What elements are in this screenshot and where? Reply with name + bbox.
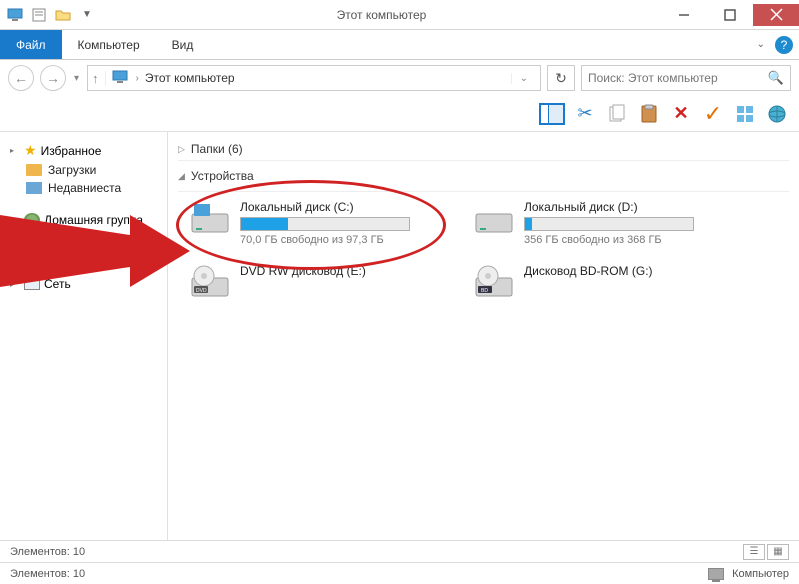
sidebar-item-recent[interactable]: Недавниеста [4,179,163,197]
annotation-ellipse [176,180,446,270]
window-buttons [661,4,799,26]
up-button[interactable]: ↑ [92,71,106,86]
folders-header-label: Папки (6) [191,142,243,156]
details-view-button[interactable]: ☰ [743,544,765,560]
hdd-icon [474,200,514,236]
icons-view-button[interactable]: ▦ [767,544,789,560]
drive-d[interactable]: Локальный диск (D:) 356 ГБ свободно из 3… [474,200,734,246]
sidebar-favorites-label: Избранное [41,144,102,158]
status-computer-label: Компьютер [732,568,789,580]
chevron-down-icon: ◢ [178,171,185,182]
paste-icon[interactable] [637,102,661,126]
drive-d-sub: 356 ГБ свободно из 368 ГБ [524,234,734,246]
devices-header-label: Устройства [191,169,254,183]
help-button[interactable]: ? [775,36,793,54]
svg-text:DVD: DVD [196,288,207,294]
drive-g-name: Дисковод BD-ROM (G:) [524,264,734,278]
statusbar-inner: Элементов: 10 ☰ ▦ [0,540,799,562]
svg-text:BD: BD [481,288,488,294]
address-bar[interactable]: ↑ › Этот компьютер ⌄ [87,65,541,91]
sidebar-favorites-header[interactable]: ▸★ Избранное [4,140,163,161]
globe-icon[interactable] [765,102,789,126]
bd-icon: BD [474,264,514,300]
tab-file[interactable]: Файл [0,30,62,59]
close-button[interactable] [753,4,799,26]
chevron-right-icon: › [136,73,139,84]
sidebar-downloads-label: Загрузки [48,163,96,177]
drive-d-bar [524,217,694,231]
drive-d-name: Локальный диск (D:) [524,200,734,214]
tab-computer[interactable]: Компьютер [62,30,156,59]
folder-icon[interactable] [54,6,72,24]
search-input[interactable] [588,71,764,85]
qat-dropdown-icon[interactable]: ▼ [78,6,96,24]
pc-icon [708,568,724,580]
search-icon[interactable]: 🔍 [768,70,784,86]
properties-icon[interactable] [30,6,48,24]
back-button[interactable]: ← [8,65,34,91]
item-count-2: Элементов: 10 [10,568,85,580]
dvd-icon: DVD [190,264,230,300]
minimize-button[interactable] [661,4,707,26]
quick-access-toolbar: ▼ [0,6,102,24]
copy-icon[interactable] [605,102,629,126]
address-dropdown-icon[interactable]: ⌄ [511,73,536,84]
annotation-arrow [0,215,190,287]
ribbon-tabs: Файл Компьютер Вид ⌄ ? [0,30,799,60]
folders-section-header[interactable]: ▷ Папки (6) [178,138,789,161]
history-dropdown[interactable]: ▾ [72,73,81,84]
sidebar-recent-label: Недавниеста [48,181,121,195]
ribbon-expand-icon[interactable]: ⌄ [757,39,765,50]
window-title: Этот компьютер [102,8,661,22]
recent-icon [26,182,42,194]
delete-icon[interactable]: ✕ [669,102,693,126]
cut-icon[interactable]: ✂ [573,102,597,126]
breadcrumb-text[interactable]: Этот компьютер [145,71,505,85]
search-box[interactable]: 🔍 [581,65,791,91]
views-icon[interactable] [733,102,757,126]
sidebar: ▸★ Избранное Загрузки Недавниеста ▸ Дома… [0,132,168,540]
forward-button[interactable]: → [40,65,66,91]
item-count-1: Элементов: 10 [10,546,85,558]
panels-button[interactable] [539,103,565,125]
folder-icon [26,164,42,176]
chevron-right-icon: ▷ [178,144,185,155]
drive-g[interactable]: BD Дисковод BD-ROM (G:) [474,264,734,300]
titlebar: ▼ Этот компьютер [0,0,799,30]
sidebar-item-downloads[interactable]: Загрузки [4,161,163,179]
pc-icon [6,6,24,24]
navbar: ← → ▾ ↑ › Этот компьютер ⌄ ↻ 🔍 [0,60,799,96]
toolbar: ✂ ✕ ✓ [0,96,799,132]
tab-view[interactable]: Вид [156,30,210,59]
maximize-button[interactable] [707,4,753,26]
statusbar-outer: Элементов: 10 Компьютер [0,562,799,584]
refresh-button[interactable]: ↻ [547,65,575,91]
pc-icon [112,70,130,87]
star-icon: ★ [24,142,37,159]
check-icon[interactable]: ✓ [701,102,725,126]
